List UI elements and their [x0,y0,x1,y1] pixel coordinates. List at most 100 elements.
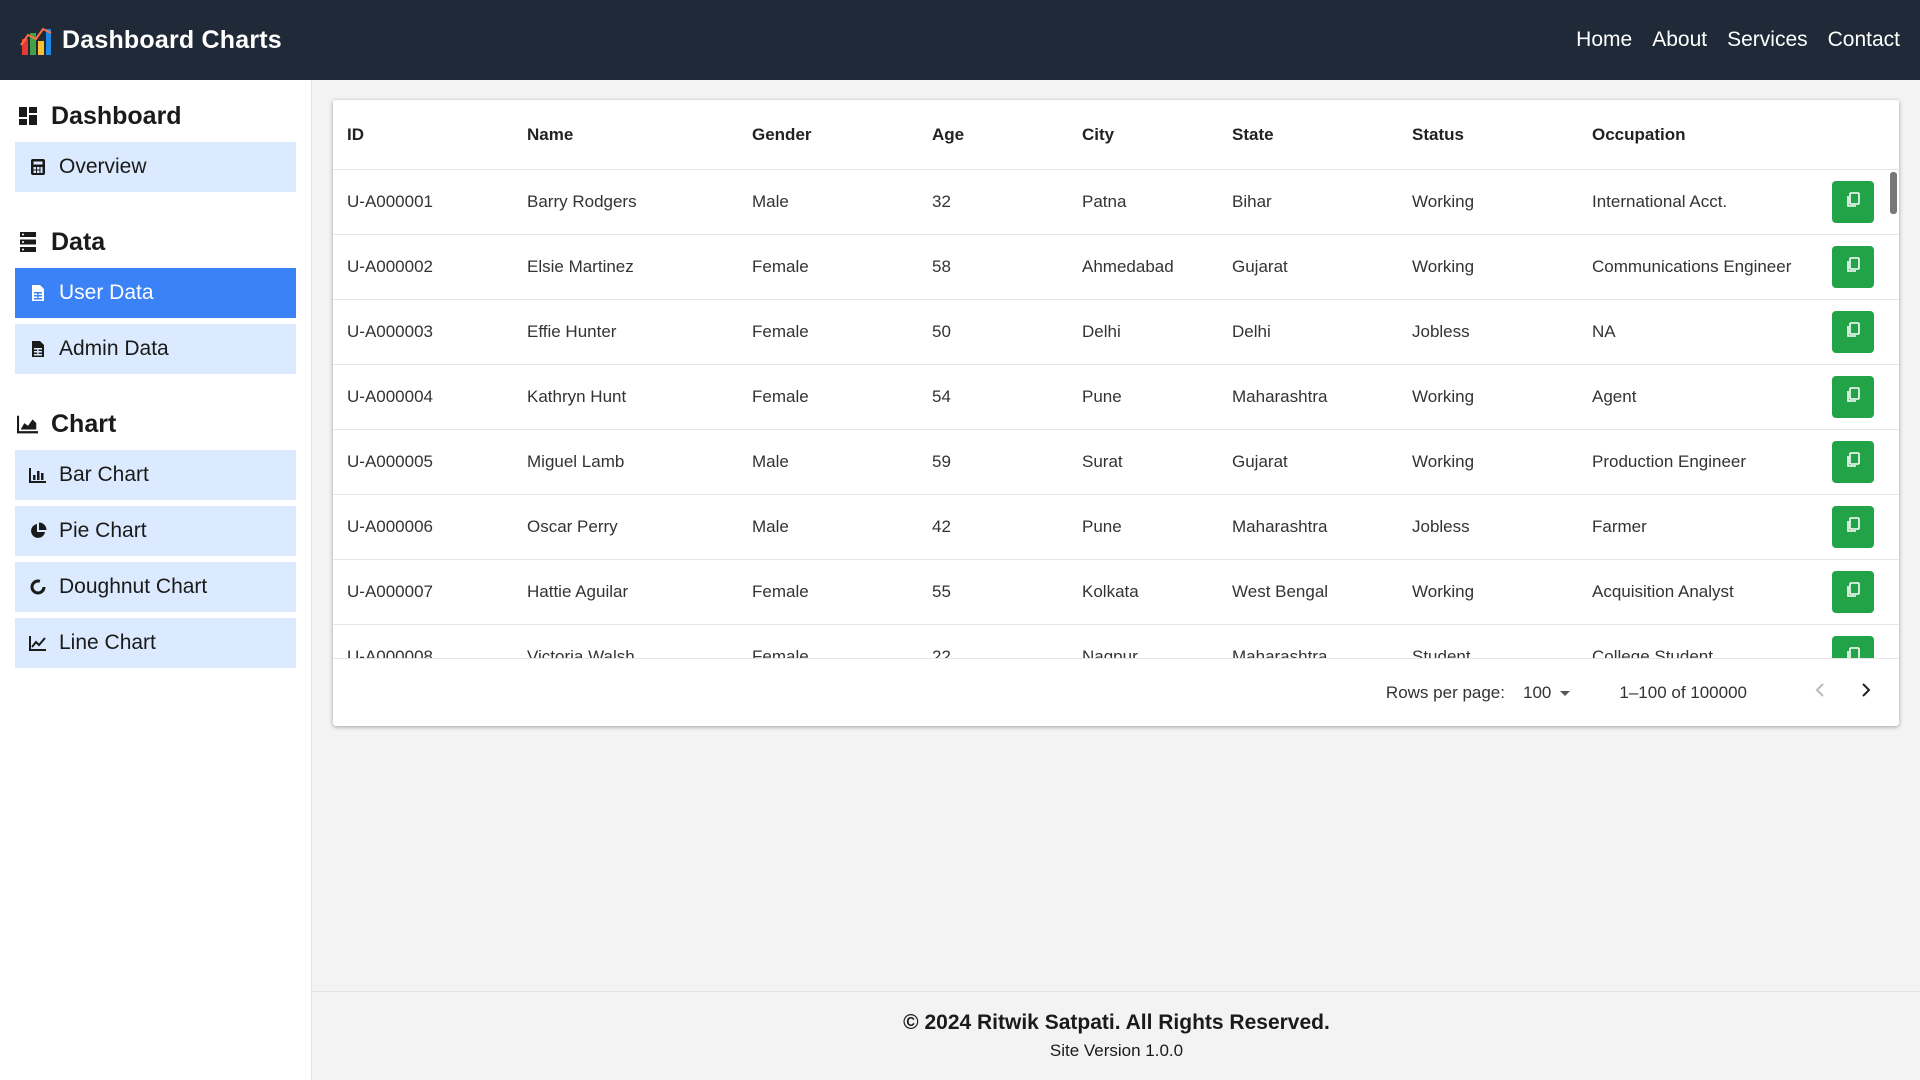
copy-icon [1846,321,1860,343]
cell-status: Working [1412,192,1475,211]
nav-link-services[interactable]: Services [1727,28,1808,52]
cell-name: Barry Rodgers [527,192,637,211]
copy-button[interactable] [1832,441,1874,483]
table-row[interactable]: U-A000003 Effie Hunter Female 50 Delhi Delhi J… [333,300,1899,365]
sidebar-item-label: Line Chart [59,631,156,654]
cell-id: U-A000006 [347,517,434,536]
copy-icon [1846,516,1860,538]
cell-state: Delhi [1232,322,1271,341]
bar-chart-icon [29,466,47,484]
cell-age: 42 [932,517,951,536]
cell-age: 22 [932,647,951,658]
sidebar-section-data: Data [17,222,296,262]
column-header-status[interactable]: Status [1398,125,1578,145]
main-content: ID Name Gender Age City State Status Occ… [313,80,1920,991]
column-header-city[interactable]: City [1068,125,1218,145]
cell-gender: Male [752,517,789,536]
cell-city: Pune [1082,517,1122,536]
cell-occupation: College Student [1592,647,1713,658]
column-header-gender[interactable]: Gender [738,125,918,145]
sidebar-section-chart: Chart [17,404,296,444]
copy-button[interactable] [1832,376,1874,418]
copy-button[interactable] [1832,311,1874,353]
table-row[interactable]: U-A000004 Kathryn Hunt Female 54 Pune Maharas… [333,365,1899,430]
cell-gender: Male [752,452,789,471]
cell-city: Surat [1082,452,1123,471]
table-pagination: Rows per page: 100 1–100 of 100000 [333,658,1899,726]
table-row[interactable]: U-A000006 Oscar Perry Male 42 Pune Maharashtr… [333,495,1899,560]
cell-city: Kolkata [1082,582,1139,601]
sidebar: Dashboard Overview Data User Data Admin … [0,80,312,1080]
table-row[interactable]: U-A000005 Miguel Lamb Male 59 Surat Gujarat Wo… [333,430,1899,495]
sidebar-item-user-data[interactable]: User Data [15,268,296,318]
table-row[interactable]: U-A000007 Hattie Aguilar Female 55 Kolkata We… [333,560,1899,625]
cell-name: Kathryn Hunt [527,387,627,406]
column-header-age[interactable]: Age [918,125,1068,145]
sidebar-item-label: Overview [59,155,147,178]
data-grid[interactable]: ID Name Gender Age City State Status Occ… [333,100,1899,658]
table-row[interactable]: U-A000008 Victoria Walsh Female 22 Nagpur Mah… [333,625,1899,658]
copy-button[interactable] [1832,571,1874,613]
next-page-button[interactable] [1851,678,1881,708]
cell-status: Jobless [1412,322,1470,341]
previous-page-button[interactable] [1805,678,1835,708]
cell-city: Pune [1082,387,1122,406]
top-navbar: Dashboard Charts Home About Services Con… [0,0,1920,80]
site-version: Site Version 1.0.0 [1049,1041,1184,1060]
cell-occupation: Farmer [1592,517,1647,536]
sidebar-item-overview[interactable]: Overview [15,142,296,192]
nav-link-home[interactable]: Home [1576,28,1632,52]
sidebar-item-label: User Data [59,281,154,304]
cell-id: U-A000002 [347,257,434,276]
cell-state: Maharashtra [1232,387,1328,406]
cell-name: Hattie Aguilar [527,582,629,601]
cell-age: 59 [932,452,951,471]
table-header: ID Name Gender Age City State Status Occ… [333,100,1899,170]
cell-occupation: International Acct. [1592,192,1728,211]
table-body: U-A000001 Barry Rodgers Male 32 Patna Bihar Wo… [333,170,1899,658]
sheet-icon [29,284,47,302]
cell-state: Maharashtra [1232,647,1328,658]
cell-name: Miguel Lamb [527,452,625,471]
copyright-text: © 2024 Ritwik Satpati. All Rights Reserv… [903,1011,1330,1034]
nav-link-about[interactable]: About [1652,28,1707,52]
table-row[interactable]: U-A000001 Barry Rodgers Male 32 Patna Bihar Wo… [333,170,1899,235]
copy-button[interactable] [1832,506,1874,548]
table-row[interactable]: U-A000002 Elsie Martinez Female 58 Ahmedabad… [333,235,1899,300]
copy-button[interactable] [1832,636,1874,658]
cell-status: Working [1412,452,1475,471]
column-header-occupation[interactable]: Occupation [1578,125,1823,145]
cell-gender: Male [752,192,789,211]
nav-link-contact[interactable]: Contact [1828,28,1900,52]
table-scrollbar[interactable] [1890,172,1897,214]
cell-state: West Bengal [1232,582,1329,601]
cell-name: Elsie Martinez [527,257,634,276]
column-header-state[interactable]: State [1218,125,1398,145]
area-chart-icon [17,413,39,435]
sidebar-item-pie-chart[interactable]: Pie Chart [15,506,296,556]
cell-occupation: NA [1592,322,1616,341]
sidebar-item-doughnut-chart[interactable]: Doughnut Chart [15,562,296,612]
cell-gender: Female [752,322,809,341]
cell-name: Effie Hunter [527,322,617,341]
cell-id: U-A000008 [347,647,434,658]
copy-button[interactable] [1832,246,1874,288]
rows-per-page-select[interactable]: 100 [1523,683,1571,703]
dashboard-icon [17,105,39,127]
cell-gender: Female [752,387,809,406]
sidebar-item-bar-chart[interactable]: Bar Chart [15,450,296,500]
cell-gender: Female [752,647,809,658]
site-footer: © 2024 Ritwik Satpati. All Rights Reserv… [313,991,1920,1080]
caret-down-icon [1559,683,1571,703]
cell-age: 58 [932,257,951,276]
sidebar-item-line-chart[interactable]: Line Chart [15,618,296,668]
brand[interactable]: Dashboard Charts [20,25,282,55]
copy-icon [1846,451,1860,473]
column-header-name[interactable]: Name [513,125,738,145]
sidebar-item-admin-data[interactable]: Admin Data [15,324,296,374]
section-title: Data [51,227,106,256]
database-icon [17,231,39,253]
cell-city: Nagpur [1082,647,1138,658]
copy-button[interactable] [1832,181,1874,223]
column-header-id[interactable]: ID [333,125,513,145]
